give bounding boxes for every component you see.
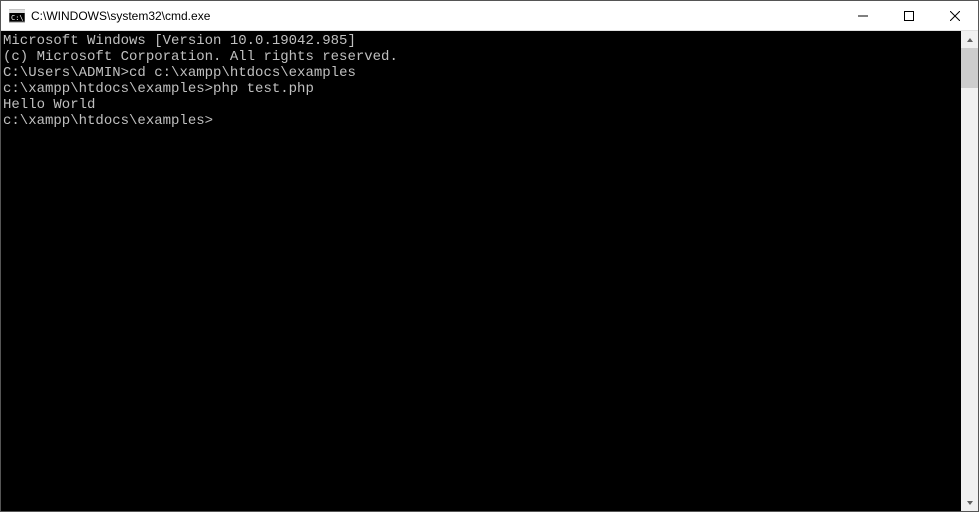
window-controls	[840, 1, 978, 30]
console-line: c:\xampp\htdocs\examples>	[3, 113, 961, 129]
console-line: Microsoft Windows [Version 10.0.19042.98…	[3, 33, 961, 49]
cmd-icon: C:\	[9, 8, 25, 24]
console-line: (c) Microsoft Corporation. All rights re…	[3, 49, 961, 65]
prompt: C:\Users\ADMIN>	[3, 65, 129, 81]
console-output[interactable]: Microsoft Windows [Version 10.0.19042.98…	[1, 31, 961, 511]
titlebar[interactable]: C:\ C:\WINDOWS\system32\cmd.exe	[1, 1, 978, 31]
vertical-scrollbar[interactable]	[961, 31, 978, 511]
command-text: cd c:\xampp\htdocs\examples	[129, 65, 356, 81]
prompt: c:\xampp\htdocs\examples>	[3, 113, 213, 129]
scroll-up-button[interactable]	[961, 31, 978, 48]
cmd-window: C:\ C:\WINDOWS\system32\cmd.exe	[0, 0, 979, 512]
prompt: c:\xampp\htdocs\examples>	[3, 81, 213, 97]
console-area: Microsoft Windows [Version 10.0.19042.98…	[1, 31, 978, 511]
scroll-track[interactable]	[961, 48, 978, 494]
console-line: c:\xampp\htdocs\examples>php test.php	[3, 81, 961, 97]
minimize-button[interactable]	[840, 1, 886, 30]
scroll-down-button[interactable]	[961, 494, 978, 511]
close-button[interactable]	[932, 1, 978, 30]
maximize-button[interactable]	[886, 1, 932, 30]
console-line: Hello World	[3, 97, 961, 113]
console-line: C:\Users\ADMIN>cd c:\xampp\htdocs\exampl…	[3, 65, 961, 81]
scroll-thumb[interactable]	[961, 48, 978, 88]
svg-text:C:\: C:\	[11, 14, 24, 22]
window-title: C:\WINDOWS\system32\cmd.exe	[31, 9, 840, 23]
command-text: php test.php	[213, 81, 314, 97]
